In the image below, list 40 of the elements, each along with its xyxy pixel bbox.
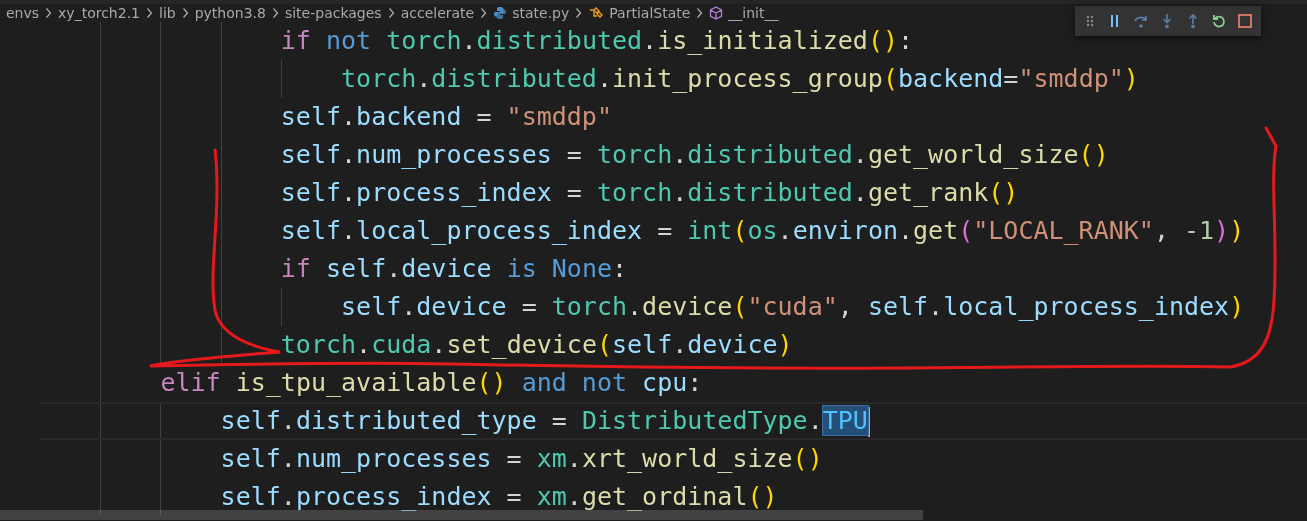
breadcrumb-item[interactable]: envs bbox=[6, 4, 40, 22]
chevron-icon bbox=[696, 7, 704, 19]
step-over-icon bbox=[1133, 13, 1149, 29]
step-over-button[interactable] bbox=[1133, 13, 1149, 29]
breadcrumb-item[interactable]: python3.8 bbox=[194, 4, 266, 22]
code-line: self.device = torch.device("cuda", self.local_process_index) bbox=[40, 288, 1307, 326]
code-line: if not torch.distributed.is_initialized(): bbox=[40, 22, 1307, 60]
breadcrumb-item[interactable]: lib bbox=[159, 4, 176, 22]
chevron-icon bbox=[271, 7, 279, 19]
chevron-icon bbox=[387, 7, 395, 19]
restart-button[interactable] bbox=[1211, 13, 1227, 29]
class-icon bbox=[588, 6, 605, 20]
code-line: self.num_processes = torch.distributed.get_world_size() bbox=[40, 136, 1307, 174]
scrollbar[interactable] bbox=[0, 510, 923, 520]
breadcrumb-item[interactable]: PartialState bbox=[609, 4, 691, 22]
breadcrumb-item[interactable]: xy_torch2.1 bbox=[58, 4, 140, 22]
restart-icon bbox=[1211, 13, 1227, 29]
breadcrumb-item[interactable]: site-packages bbox=[284, 4, 382, 22]
code-line: self.distributed_type = DistributedType.TPU bbox=[40, 402, 1307, 440]
chevron-icon bbox=[181, 7, 189, 19]
code-line: self.local_process_index = int(os.environ.get("LOCAL_RANK", -1)) bbox=[40, 212, 1307, 250]
code-line: if self.device is None: bbox=[40, 250, 1307, 288]
breadcrumb-item[interactable]: accelerate bbox=[400, 4, 475, 22]
code-line: torch.cuda.set_device(self.device) bbox=[40, 326, 1307, 364]
code-line: self.process_index = xm.get_ordinal() bbox=[40, 478, 1307, 516]
chevron-icon bbox=[575, 7, 583, 19]
code-line: self.backend = "smddp" bbox=[40, 98, 1307, 136]
stop-icon bbox=[1237, 13, 1253, 29]
method-icon bbox=[709, 6, 724, 20]
chevron-icon bbox=[480, 7, 488, 19]
code-line: self.process_index = torch.distributed.get_rank() bbox=[40, 174, 1307, 212]
code-line: self.num_processes = xm.xrt_world_size() bbox=[40, 440, 1307, 478]
python-file-icon bbox=[493, 6, 508, 20]
breadcrumb-item[interactable]: state.py bbox=[512, 4, 570, 22]
breadcrumb-item[interactable]: __init__ bbox=[728, 4, 779, 22]
code-line: torch.distributed.init_process_group(backend="smddp") bbox=[40, 60, 1307, 98]
code-line: elif is_tpu_available() and not cpu: bbox=[40, 364, 1307, 402]
chevron-icon bbox=[45, 7, 53, 19]
stop-button[interactable] bbox=[1237, 13, 1253, 29]
chevron-icon bbox=[146, 7, 153, 19]
